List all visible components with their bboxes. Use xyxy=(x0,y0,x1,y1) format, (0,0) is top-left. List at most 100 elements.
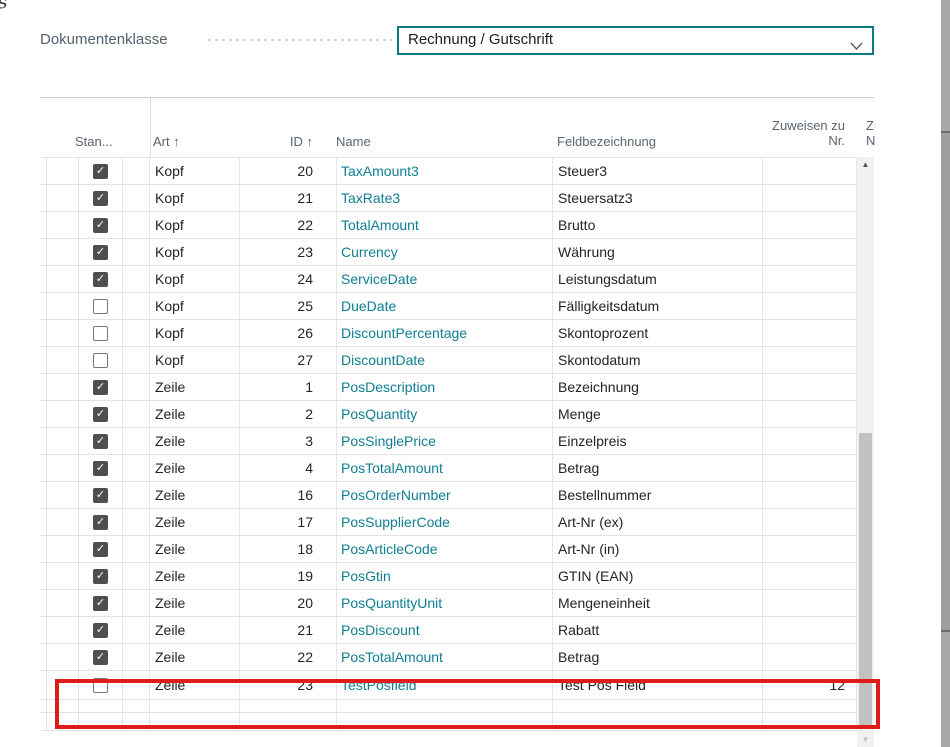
table-row[interactable]: ✓ Kopf 21 TaxRate3 Steuersatz3 xyxy=(40,185,857,212)
table-row[interactable]: ✓ Zeile 2 PosQuantity Menge xyxy=(40,401,857,428)
standard-checkbox[interactable]: ✓ xyxy=(93,569,108,584)
col-header-feldbezeichnung[interactable]: Feldbezeichnung xyxy=(557,134,656,149)
window-scrollbar[interactable] xyxy=(941,0,950,747)
standard-checkbox[interactable]: ✓ xyxy=(93,542,108,557)
col-header-name[interactable]: Name xyxy=(336,134,371,149)
id-cell[interactable]: 23 xyxy=(240,239,337,265)
feldbezeichnung-cell[interactable]: Skontodatum xyxy=(553,347,763,373)
id-cell[interactable]: 23 xyxy=(240,671,337,699)
id-cell[interactable]: 4 xyxy=(240,455,337,481)
standard-checkbox[interactable]: ✓ xyxy=(93,596,108,611)
standard-checkbox[interactable]: ✓ xyxy=(93,245,108,260)
name-link[interactable] xyxy=(337,700,553,712)
table-row[interactable]: Kopf 27 DiscountDate Skontodatum xyxy=(40,347,857,374)
table-row[interactable]: ✓ Zeile 20 PosQuantityUnit Mengeneinheit xyxy=(40,590,857,617)
art-cell[interactable]: Kopf xyxy=(150,266,240,292)
feldbezeichnung-cell[interactable]: Steuersatz3 xyxy=(553,185,763,211)
scroll-up-icon[interactable]: ▲ xyxy=(857,160,874,169)
name-link[interactable]: ServiceDate xyxy=(337,266,553,292)
table-row[interactable]: ✓ Zeile 16 PosOrderNumber Bestellnummer xyxy=(40,482,857,509)
id-cell[interactable]: 16 xyxy=(240,482,337,508)
zuweisen-nr-cell[interactable] xyxy=(763,401,857,427)
row-select-cell[interactable] xyxy=(47,455,79,481)
standard-checkbox[interactable] xyxy=(93,299,108,314)
id-cell[interactable]: 21 xyxy=(240,185,337,211)
name-link[interactable]: PosSupplierCode xyxy=(337,509,553,535)
zuweisen-nr-cell[interactable] xyxy=(763,509,857,535)
art-cell[interactable]: Zeile xyxy=(150,428,240,454)
zuweisen-nr-cell[interactable] xyxy=(763,617,857,643)
art-cell[interactable]: Zeile xyxy=(150,671,240,699)
row-select-cell[interactable] xyxy=(47,590,79,616)
standard-checkbox[interactable]: ✓ xyxy=(93,218,108,233)
dokumentenklasse-combobox[interactable]: Rechnung / Gutschrift xyxy=(397,26,874,55)
row-select-cell[interactable] xyxy=(47,212,79,238)
table-row[interactable]: Kopf 25 DueDate Fälligkeitsdatum xyxy=(40,293,857,320)
id-cell[interactable]: 1 xyxy=(240,374,337,400)
standard-checkbox[interactable] xyxy=(93,678,108,693)
table-row[interactable]: ✓ Zeile 19 PosGtin GTIN (EAN) xyxy=(40,563,857,590)
table-scrollbar[interactable]: ▲ ▼ xyxy=(857,157,874,747)
standard-checkbox[interactable]: ✓ xyxy=(93,650,108,665)
art-cell[interactable]: Kopf xyxy=(150,212,240,238)
row-select-cell[interactable] xyxy=(47,266,79,292)
id-cell[interactable]: 18 xyxy=(240,536,337,562)
zuweisen-nr-cell[interactable] xyxy=(763,563,857,589)
feldbezeichnung-cell[interactable]: Währung xyxy=(553,239,763,265)
standard-checkbox[interactable]: ✓ xyxy=(93,515,108,530)
name-link[interactable]: DiscountDate xyxy=(337,347,553,373)
id-cell[interactable]: 22 xyxy=(240,644,337,670)
name-link[interactable]: PosTotalAmount xyxy=(337,644,553,670)
name-link[interactable]: PosTotalAmount xyxy=(337,455,553,481)
name-link[interactable]: PosQuantityUnit xyxy=(337,590,553,616)
standard-checkbox[interactable]: ✓ xyxy=(93,380,108,395)
col-header-art[interactable]: Art ↑ xyxy=(153,134,180,149)
zuweisen-nr-cell[interactable] xyxy=(763,482,857,508)
feldbezeichnung-cell[interactable]: Bestellnummer xyxy=(553,482,763,508)
zuweisen-nr-cell[interactable] xyxy=(763,293,857,319)
name-link[interactable]: PosQuantity xyxy=(337,401,553,427)
art-cell[interactable]: Zeile xyxy=(150,482,240,508)
feldbezeichnung-cell[interactable]: Mengeneinheit xyxy=(553,590,763,616)
zuweisen-nr-cell[interactable] xyxy=(763,185,857,211)
standard-checkbox[interactable]: ✓ xyxy=(93,461,108,476)
name-link[interactable]: PosOrderNumber xyxy=(337,482,553,508)
art-cell[interactable]: Zeile xyxy=(150,455,240,481)
art-cell[interactable] xyxy=(150,700,240,712)
row-select-cell[interactable] xyxy=(47,158,79,184)
id-cell[interactable] xyxy=(240,700,337,712)
zuweisen-nr-cell[interactable] xyxy=(763,644,857,670)
row-select-cell[interactable] xyxy=(47,617,79,643)
name-link[interactable]: PosSinglePrice xyxy=(337,428,553,454)
row-select-cell[interactable] xyxy=(47,482,79,508)
standard-checkbox[interactable]: ✓ xyxy=(93,623,108,638)
standard-checkbox[interactable]: ✓ xyxy=(93,488,108,503)
table-row[interactable] xyxy=(40,700,857,713)
table-row[interactable]: ✓ Zeile 3 PosSinglePrice Einzelpreis xyxy=(40,428,857,455)
row-select-cell[interactable] xyxy=(47,293,79,319)
name-link[interactable]: DiscountPercentage xyxy=(337,320,553,346)
row-select-cell[interactable] xyxy=(47,644,79,670)
id-cell[interactable]: 25 xyxy=(240,293,337,319)
feldbezeichnung-cell[interactable]: Art-Nr (in) xyxy=(553,536,763,562)
row-select-cell[interactable] xyxy=(47,671,79,699)
row-select-cell[interactable] xyxy=(47,509,79,535)
standard-checkbox[interactable]: ✓ xyxy=(93,434,108,449)
feldbezeichnung-cell[interactable]: GTIN (EAN) xyxy=(553,563,763,589)
art-cell[interactable]: Kopf xyxy=(150,239,240,265)
zuweisen-nr-cell[interactable] xyxy=(763,320,857,346)
table-row[interactable]: ✓ Kopf 20 TaxAmount3 Steuer3 xyxy=(40,158,857,185)
zuweisen-nr-cell[interactable] xyxy=(763,266,857,292)
id-cell[interactable]: 20 xyxy=(240,590,337,616)
feldbezeichnung-cell[interactable]: Test Pos Field xyxy=(553,671,763,699)
id-cell[interactable]: 17 xyxy=(240,509,337,535)
feldbezeichnung-cell[interactable]: Bezeichnung xyxy=(553,374,763,400)
standard-checkbox[interactable]: ✓ xyxy=(93,272,108,287)
zuweisen-nr-cell[interactable] xyxy=(763,590,857,616)
feldbezeichnung-cell[interactable] xyxy=(553,700,763,712)
art-cell[interactable] xyxy=(150,713,240,730)
zuweisen-nr-cell[interactable] xyxy=(763,158,857,184)
feldbezeichnung-cell[interactable]: Menge xyxy=(553,401,763,427)
name-link[interactable]: PosGtin xyxy=(337,563,553,589)
table-row[interactable] xyxy=(40,713,857,731)
